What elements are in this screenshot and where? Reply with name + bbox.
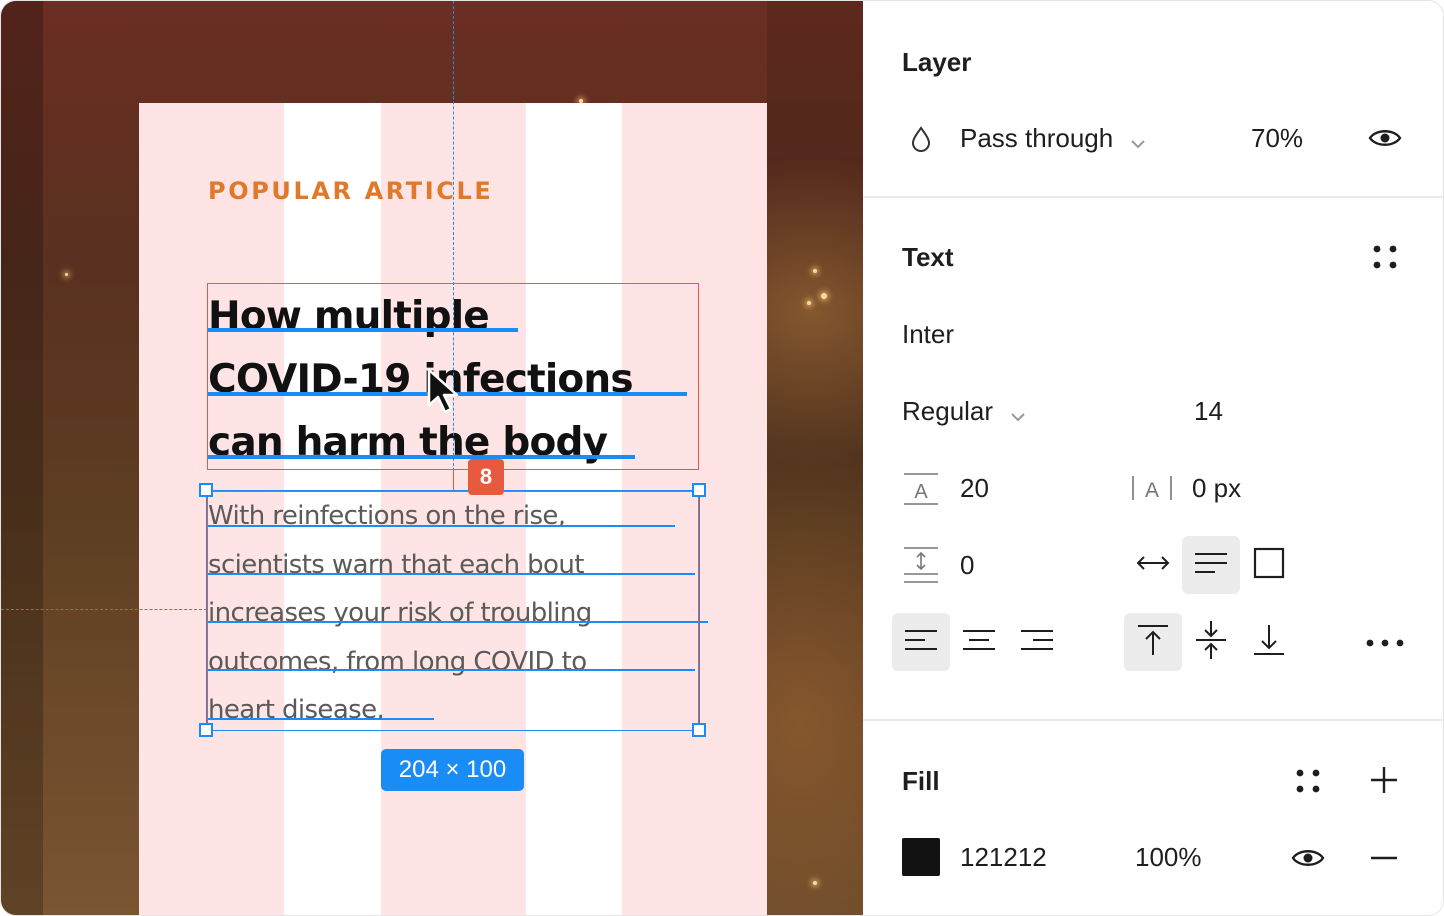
design-canvas[interactable]: POPULAR ARTICLE How multiple COVID-19 in… — [1, 1, 863, 915]
letter-spacing-icon: A — [1129, 471, 1175, 505]
auto-width-icon — [1135, 553, 1171, 578]
align-top-icon — [1136, 623, 1170, 662]
resize-handle-top-right[interactable] — [692, 483, 706, 497]
fill-color-swatch[interactable] — [902, 838, 940, 876]
remove-fill-icon[interactable] — [1366, 843, 1402, 873]
layout-grid-column — [1, 1, 43, 915]
align-middle-icon — [1194, 620, 1228, 665]
spacing-badge: 8 — [468, 459, 504, 495]
align-bottom-icon — [1252, 623, 1286, 662]
resize-handle-top-left[interactable] — [199, 483, 213, 497]
blend-mode-select[interactable]: Pass through — [960, 123, 1146, 156]
font-size-input[interactable]: 14 — [1194, 396, 1223, 427]
article-eyebrow[interactable]: POPULAR ARTICLE — [208, 177, 493, 205]
auto-width-button[interactable] — [1124, 536, 1182, 594]
align-top-button[interactable] — [1124, 613, 1182, 671]
blend-mode-value: Pass through — [960, 123, 1114, 153]
spacing-measure-line — [453, 470, 454, 491]
alignment-guide-vertical — [453, 1, 454, 491]
align-center-icon — [961, 627, 997, 658]
styles-grid-icon[interactable] — [1368, 240, 1402, 274]
align-left-button[interactable] — [892, 613, 950, 671]
paragraph-spacing-input[interactable]: 0 — [960, 550, 974, 581]
align-right-icon — [1019, 627, 1055, 658]
bokeh-light — [807, 301, 811, 305]
eye-icon[interactable] — [1365, 123, 1405, 153]
line-height-icon: A — [901, 471, 941, 507]
app-window: POPULAR ARTICLE How multiple COVID-19 in… — [0, 0, 1444, 916]
alignment-guide-horizontal — [1, 609, 207, 610]
font-weight-value: Regular — [902, 396, 994, 426]
styles-grid-icon[interactable] — [1291, 764, 1325, 798]
eye-icon[interactable] — [1288, 843, 1328, 873]
align-center-button[interactable] — [950, 613, 1008, 671]
letter-spacing-input[interactable]: 0 px — [1192, 473, 1241, 504]
mouse-cursor-icon — [427, 368, 459, 414]
layer-section-title: Layer — [902, 47, 972, 77]
droplet-icon — [907, 125, 935, 153]
auto-height-icon — [1193, 550, 1229, 581]
layer-opacity-input[interactable]: 70% — [1251, 123, 1303, 154]
svg-text:A: A — [1145, 479, 1159, 502]
align-left-icon — [903, 627, 939, 658]
auto-height-button[interactable] — [1182, 536, 1240, 594]
bokeh-light — [65, 273, 68, 276]
font-weight-select[interactable]: Regular — [902, 396, 1026, 429]
svg-text:A: A — [914, 481, 928, 503]
size-badge: 204 × 100 — [381, 749, 524, 791]
fixed-size-button[interactable] — [1240, 536, 1298, 594]
chevron-down-icon — [1010, 398, 1026, 429]
more-options-icon[interactable] — [1363, 629, 1407, 657]
paragraph-spacing-icon — [901, 544, 941, 586]
line-height-input[interactable]: 20 — [960, 473, 989, 504]
fill-hex-input[interactable]: 121212 — [960, 842, 1047, 873]
align-middle-button[interactable] — [1182, 613, 1240, 671]
selection-box[interactable] — [206, 490, 700, 731]
add-fill-icon[interactable] — [1366, 762, 1402, 798]
align-right-button[interactable] — [1008, 613, 1066, 671]
resize-handle-bottom-left[interactable] — [199, 723, 213, 737]
font-family-select[interactable]: Inter — [902, 319, 954, 350]
fill-section-title: Fill — [902, 766, 940, 796]
resize-handle-bottom-right[interactable] — [692, 723, 706, 737]
text-section-title: Text — [902, 242, 954, 272]
bokeh-light — [813, 881, 817, 885]
chevron-down-icon — [1130, 125, 1146, 156]
layout-grid-column — [767, 1, 863, 915]
section-divider — [863, 196, 1443, 198]
align-bottom-button[interactable] — [1240, 613, 1298, 671]
fill-opacity-input[interactable]: 100% — [1135, 842, 1202, 873]
fixed-size-icon — [1253, 547, 1285, 584]
bokeh-light — [821, 293, 827, 299]
section-divider — [863, 719, 1443, 721]
bokeh-light — [813, 269, 817, 273]
properties-panel: Layer Pass through 70% Text Inter Regula… — [863, 1, 1443, 915]
